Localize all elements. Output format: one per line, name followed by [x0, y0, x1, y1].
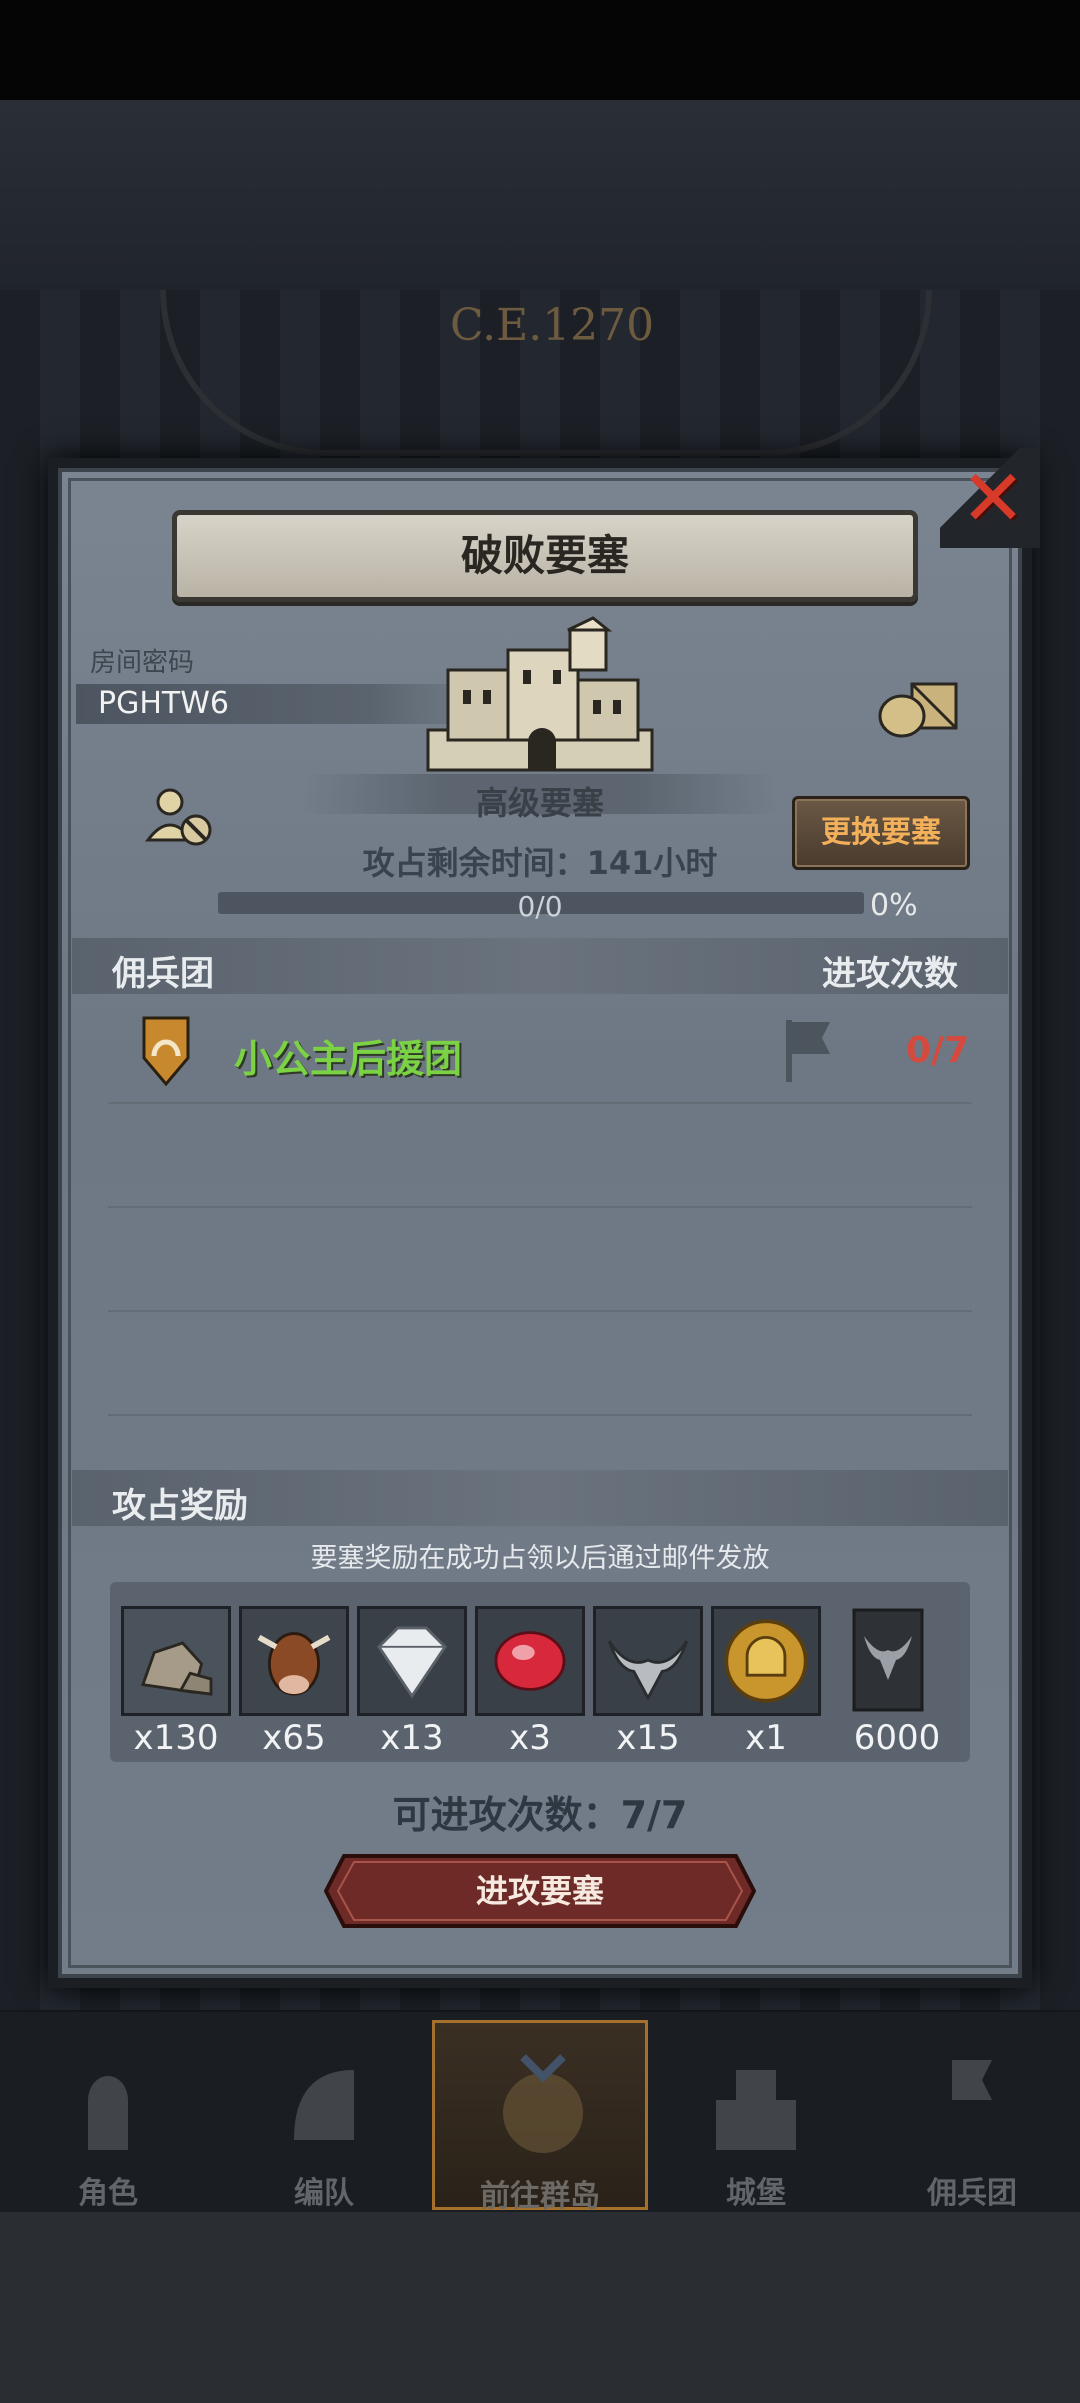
nav-label: 前往群岛 [480, 2179, 600, 2214]
bull-horn-icon[interactable] [593, 1606, 703, 1716]
gold-helmet-coin-icon[interactable] [711, 1606, 821, 1716]
title-plaque: 破败要塞 [172, 510, 918, 602]
nav-label: 角色 [78, 2176, 138, 2211]
nav-item-castle[interactable]: 城堡 [648, 2020, 864, 2211]
nav-item-islands[interactable]: 前往群岛 [432, 2020, 648, 2214]
reward-count: x1 [745, 1718, 787, 1758]
dialog-title: 破败要塞 [460, 531, 629, 580]
row-divider [108, 1102, 972, 1104]
cow-icon[interactable] [239, 1606, 349, 1716]
progress-percent: 0% [870, 888, 918, 923]
reward-count: x13 [380, 1718, 444, 1758]
bull-banner-icon[interactable] [848, 1606, 928, 1716]
guild-emblem-icon [142, 1016, 190, 1086]
guild-attack-count: 0/7 [906, 1030, 970, 1071]
attack-fortress-label: 进攻要塞 [475, 1872, 604, 1910]
nav-label: 佣兵团 [927, 2176, 1017, 2211]
row-divider [108, 1206, 972, 1208]
reward-count: 6000 [853, 1718, 941, 1758]
rewards-note: 要塞奖励在成功占领以后通过邮件发放 [310, 1543, 770, 1574]
stone-icon[interactable] [121, 1606, 231, 1716]
flag-icon [786, 1020, 830, 1082]
ruby-icon[interactable] [475, 1606, 585, 1716]
status-bar [0, 0, 1080, 100]
row-divider [108, 1310, 972, 1312]
castle-nav-icon [716, 2070, 796, 2150]
mercenary-header: 佣兵团 [112, 954, 214, 994]
helmet-icon [294, 2070, 354, 2140]
room-password-label: 房间密码 [90, 648, 195, 678]
reward-count: x65 [262, 1718, 326, 1758]
row-divider [108, 1414, 972, 1416]
guild-name[interactable]: 小公主后援团 [234, 1028, 462, 1083]
island-icon [503, 2054, 583, 2153]
resource-bag-icon[interactable] [876, 674, 962, 740]
attacks-header: 进攻次数 [822, 954, 958, 994]
diamond-icon[interactable] [357, 1606, 467, 1716]
occupation-timer: 攻占剩余时间：141小时 [362, 844, 718, 882]
reward-count: x3 [509, 1718, 551, 1758]
room-password-value: PGHTW6 [98, 686, 229, 721]
nav-item-character[interactable]: 角色 [0, 2020, 216, 2211]
progress-count: 0/0 [517, 890, 563, 923]
nav-label: 城堡 [726, 2176, 786, 2211]
nav-item-mercenary[interactable]: 佣兵团 [864, 2020, 1080, 2211]
reward-count: x15 [616, 1718, 680, 1758]
bottom-area [0, 2212, 1080, 2403]
available-attacks: 可进攻次数：7/7 [392, 1793, 688, 1837]
nav-label: 编队 [294, 2176, 354, 2211]
castle-icon [426, 616, 654, 772]
banner-icon [952, 2060, 992, 2150]
close-icon[interactable]: ✕ [958, 460, 1028, 538]
background-header [0, 100, 1080, 290]
reward-count: x130 [133, 1718, 219, 1758]
rewards-header: 攻占奖励 [112, 1486, 248, 1526]
era-label: C.E.1270 [450, 300, 655, 351]
nav-item-formation[interactable]: 编队 [216, 2020, 432, 2211]
knight-icon [88, 2076, 128, 2150]
